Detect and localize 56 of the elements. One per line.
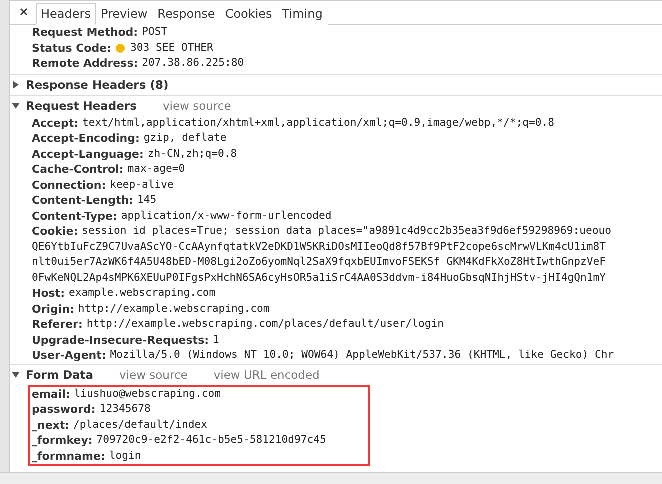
header-value: 0FwKeNQL2Ap4sMPK6XEUuP0IFgsPxHchN6SA6cyHsOR5a1iSrC4AA0S3ddvm-i84HuoGbsqNIhjHStv-jHI4gQn1mY bbox=[31, 270, 608, 286]
header-value: text/html,application/xhtml+xml,application/xml;q=0.9,image/webp,*/*;q=0.8 bbox=[82, 116, 555, 130]
header-value: application/x-www-form-urlencoded bbox=[121, 208, 332, 224]
header-name: Referer: bbox=[32, 317, 83, 332]
header-value: http://example.webscraping.com/places/default/user/login bbox=[86, 317, 444, 332]
header-value: 12345678 bbox=[100, 402, 151, 417]
header-value: 709720c9-e2f2-461c-b5e5-581210d97c45 bbox=[96, 433, 326, 448]
header-value: http://example.webscraping.com bbox=[78, 302, 270, 316]
header-value: liushuo@webscraping.com bbox=[74, 386, 221, 402]
header-value: zh-CN,zh;q=0.8 bbox=[148, 146, 238, 162]
tab[interactable]: Headers bbox=[36, 3, 96, 25]
header-value: example.webscraping.com bbox=[68, 286, 216, 301]
header-value: 1 bbox=[213, 332, 220, 348]
header-name: Upgrade-Insecure-Requests: bbox=[32, 332, 210, 348]
header-value: gzip, deflate bbox=[144, 131, 227, 146]
header-value: keep-alive bbox=[110, 178, 174, 192]
header-value: 207.38.86.225:80 bbox=[142, 56, 244, 71]
header-name: Remote Address: bbox=[32, 56, 138, 72]
collapsed-triangle-icon[interactable] bbox=[12, 80, 20, 88]
header-value: 303 SEE OTHER bbox=[130, 40, 214, 56]
link[interactable]: view URL encoded bbox=[214, 368, 320, 382]
header-name: _formname: bbox=[32, 448, 106, 464]
close-icon[interactable] bbox=[20, 8, 28, 16]
section-title[interactable]: Form Data bbox=[26, 368, 94, 382]
header-value: login bbox=[109, 448, 142, 464]
header-name: Status Code: bbox=[32, 40, 112, 56]
header-value: POST bbox=[142, 25, 168, 40]
header-name: Cookie: bbox=[32, 224, 78, 240]
header-name: Cache-Control: bbox=[32, 162, 124, 178]
header-value: /places/default/index bbox=[74, 418, 208, 432]
link[interactable]: view source bbox=[120, 368, 188, 382]
section-title[interactable]: Response Headers (8) bbox=[26, 78, 169, 92]
header-value: Mozilla/5.0 (Windows NT 10.0; WOW64) AppleWebKit/537.36 (KHTML, like Gecko) Chr bbox=[110, 348, 614, 363]
header-name: Origin: bbox=[32, 302, 74, 317]
header-name: _next: bbox=[32, 418, 70, 433]
header-name: Host: bbox=[32, 286, 65, 302]
header-name: password: bbox=[32, 402, 96, 418]
header-name: User-Agent: bbox=[32, 348, 106, 364]
header-name: email: bbox=[32, 386, 70, 402]
header-value: max-age=0 bbox=[128, 162, 186, 177]
header-name: Content-Type: bbox=[32, 208, 118, 224]
expanded-triangle-icon[interactable] bbox=[12, 370, 20, 378]
section-title[interactable]: Request Headers bbox=[26, 98, 137, 112]
header-name: Connection: bbox=[32, 178, 106, 193]
link[interactable]: view source bbox=[162, 98, 232, 112]
header-value: 145 bbox=[138, 193, 157, 208]
header-name: Content-Length: bbox=[32, 193, 134, 208]
header-name: Request Method: bbox=[32, 25, 138, 40]
header-value: session_id_places=True; session_data_places="a9891c4d9cc2b35ea3f9d6ef59298969:ueouo bbox=[82, 224, 612, 239]
header-name: Accept: bbox=[32, 116, 79, 131]
header-name: Accept-Language: bbox=[32, 146, 144, 162]
header-value: QE6YtbIuFcZ9C7UvaAScYO-CcAAynfqtatkV2eDKD1WSKRiDOsMIIeoQd8f57Bf9PtF2cope6scMrwVLKm4cU1im8T bbox=[31, 240, 608, 254]
expanded-triangle-icon[interactable] bbox=[12, 102, 20, 110]
header-name: Accept-Encoding: bbox=[32, 131, 140, 146]
header-value: nlt0ui5er7AzWK6f4A5U48bED-M08Lgi2oZo6yomNql2SaX9fqxbEUImvoFSEKSf_GKM4KdFkXoZ8HtIwthGnpzVeF bbox=[31, 255, 608, 270]
header-name: _formkey: bbox=[32, 433, 93, 448]
